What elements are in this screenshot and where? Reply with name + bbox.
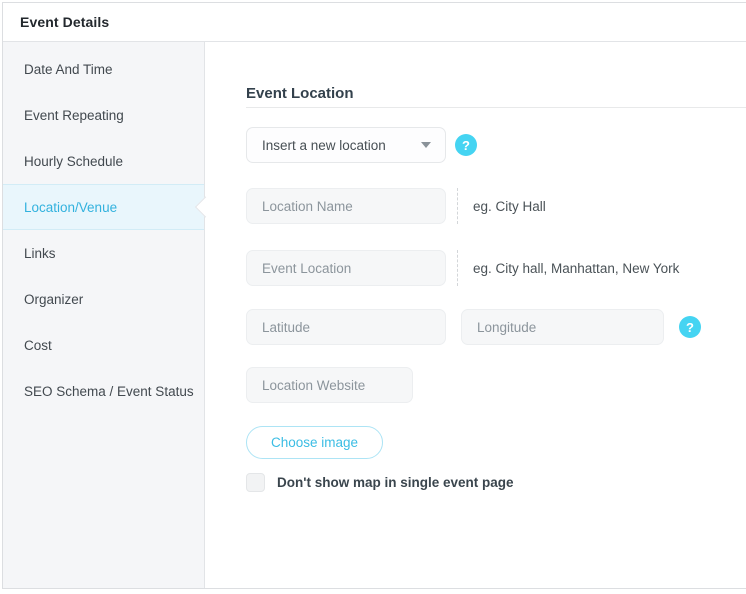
event-details-metabox: Event Details Date And Time Event Repeat…	[2, 2, 746, 589]
sidebar-item-location-venue[interactable]: Location/Venue	[3, 184, 204, 230]
location-website-input[interactable]	[246, 367, 413, 403]
location-name-input[interactable]	[246, 188, 446, 224]
sidebar-item-label: SEO Schema / Event Status	[24, 384, 194, 399]
location-name-hint: eg. City Hall	[473, 199, 546, 214]
location-name-row: eg. City Hall	[246, 188, 746, 224]
location-select-row: Insert a new location ?	[246, 127, 746, 163]
sidebar-item-cost[interactable]: Cost	[3, 322, 204, 368]
dont-show-map-checkbox[interactable]	[246, 473, 265, 492]
sidebar-item-links[interactable]: Links	[3, 230, 204, 276]
hint-divider	[457, 250, 458, 286]
event-location-hint: eg. City hall, Manhattan, New York	[473, 261, 679, 276]
sidebar-item-label: Links	[24, 246, 56, 261]
latitude-input[interactable]	[246, 309, 446, 345]
sidebar-item-label: Date And Time	[24, 62, 113, 77]
hint-divider	[457, 188, 458, 224]
metabox-title: Event Details	[20, 14, 109, 30]
metabox-body: Date And Time Event Repeating Hourly Sch…	[3, 42, 746, 588]
sidebar-item-label: Cost	[24, 338, 52, 353]
sidebar-item-event-repeating[interactable]: Event Repeating	[3, 92, 204, 138]
sidebar-item-label: Event Repeating	[24, 108, 124, 123]
map-visibility-row: Don't show map in single event page	[246, 473, 746, 492]
help-icon[interactable]: ?	[679, 316, 701, 338]
sidebar-tab-list: Date And Time Event Repeating Hourly Sch…	[3, 46, 204, 414]
location-select[interactable]: Insert a new location	[246, 127, 446, 163]
location-website-row	[246, 367, 746, 403]
metabox-header: Event Details	[3, 3, 746, 42]
settings-sidebar: Date And Time Event Repeating Hourly Sch…	[3, 42, 205, 588]
sidebar-item-organizer[interactable]: Organizer	[3, 276, 204, 322]
sidebar-item-label: Organizer	[24, 292, 83, 307]
event-location-input[interactable]	[246, 250, 446, 286]
longitude-input[interactable]	[461, 309, 664, 345]
event-location-row: eg. City hall, Manhattan, New York	[246, 250, 746, 286]
location-venue-panel: Event Location Insert a new location ? e…	[205, 42, 746, 588]
coordinates-row: ?	[246, 309, 746, 345]
sidebar-item-date-and-time[interactable]: Date And Time	[3, 46, 204, 92]
sidebar-item-seo-schema-event-status[interactable]: SEO Schema / Event Status	[3, 368, 204, 414]
sidebar-item-label: Location/Venue	[24, 200, 117, 215]
sidebar-item-label: Hourly Schedule	[24, 154, 123, 169]
chevron-down-icon	[421, 142, 431, 148]
dont-show-map-label[interactable]: Don't show map in single event page	[277, 475, 514, 490]
choose-image-row: Choose image	[246, 426, 746, 459]
location-select-value: Insert a new location	[262, 138, 386, 153]
help-icon[interactable]: ?	[455, 134, 477, 156]
choose-image-button[interactable]: Choose image	[246, 426, 383, 459]
section-title: Event Location	[246, 84, 746, 108]
sidebar-item-hourly-schedule[interactable]: Hourly Schedule	[3, 138, 204, 184]
